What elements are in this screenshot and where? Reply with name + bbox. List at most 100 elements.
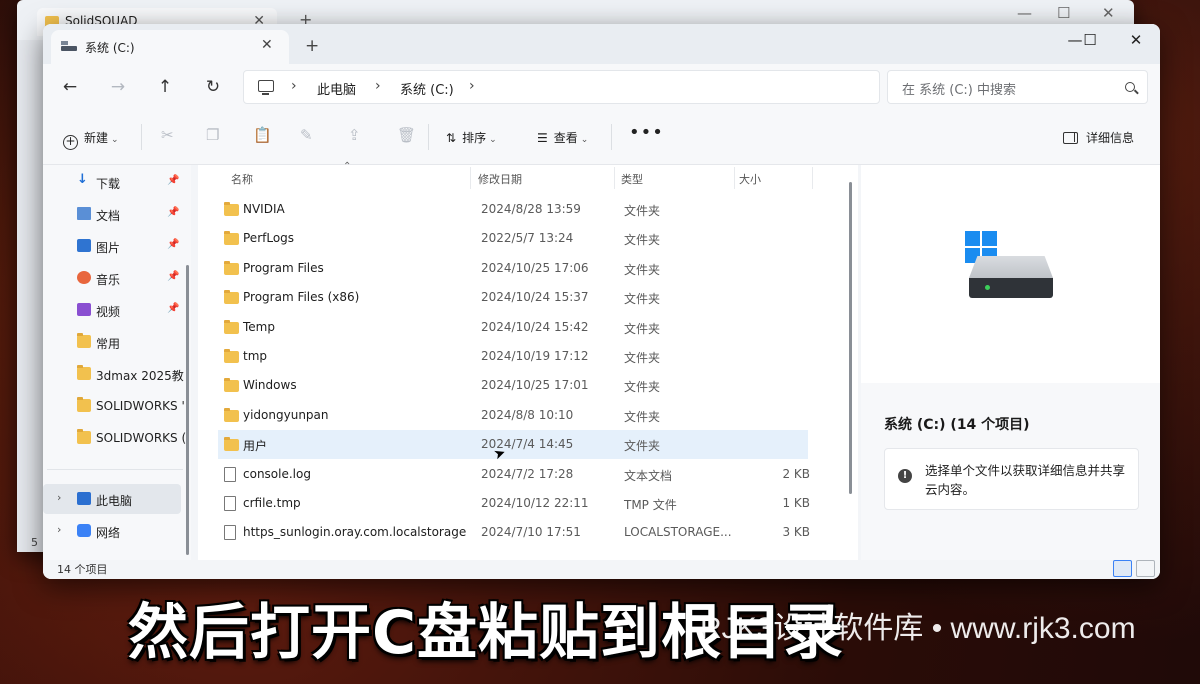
- pin-icon[interactable]: 📌: [167, 207, 179, 218]
- sidebar-item-3dmax[interactable]: 3dmax 2025教: [43, 359, 191, 389]
- forward-button[interactable]: →: [106, 77, 130, 97]
- sidebar-item-videos[interactable]: 视频 📌: [43, 295, 191, 325]
- address-bar[interactable]: › 此电脑 › 系统 (C:) ›: [243, 70, 880, 104]
- details-view-button[interactable]: [1113, 560, 1132, 577]
- divider[interactable]: [734, 167, 735, 189]
- sort-button[interactable]: ⇅ 排序 ⌄: [446, 129, 497, 146]
- share-icon[interactable]: ⇪: [348, 126, 361, 144]
- divider[interactable]: [470, 167, 471, 189]
- folder-icon: [224, 260, 239, 275]
- chevron-right-icon[interactable]: ›: [469, 78, 475, 94]
- sidebar-item-network[interactable]: › 网络: [43, 516, 191, 546]
- sidebar-item-this-pc[interactable]: › 此电脑: [43, 484, 181, 514]
- tab-system-c[interactable]: 系统 (C:) ✕: [51, 30, 289, 64]
- plus-icon: +: [63, 135, 78, 150]
- column-header-type[interactable]: 类型: [621, 171, 643, 187]
- new-tab-button[interactable]: +: [305, 36, 319, 56]
- file-list-scrollbar[interactable]: [849, 182, 852, 494]
- file-row[interactable]: Program Files (x86) 2024/10/24 15:37 文件夹: [218, 283, 808, 312]
- view-button[interactable]: ☰ 查看 ⌄: [537, 129, 588, 146]
- minimize-button[interactable]: —: [1017, 4, 1032, 22]
- file-row[interactable]: yidongyunpan 2024/8/8 10:10 文件夹: [218, 401, 808, 430]
- details-pane-button[interactable]: 详细信息: [1063, 129, 1134, 146]
- divider[interactable]: [812, 167, 813, 189]
- search-placeholder: 在 系统 (C:) 中搜索: [902, 83, 1016, 98]
- sidebar-item-solidworks-1[interactable]: SOLIDWORKS ': [43, 391, 191, 421]
- pin-icon[interactable]: 📌: [167, 303, 179, 314]
- file-row[interactable]: Program Files 2024/10/25 17:06 文件夹: [218, 254, 808, 283]
- file-name: PerfLogs: [243, 231, 295, 246]
- cut-icon[interactable]: ✂: [161, 126, 174, 144]
- chevron-right-icon[interactable]: ›: [57, 523, 61, 536]
- file-name: Program Files (x86): [243, 290, 360, 305]
- more-options-button[interactable]: •••: [629, 122, 664, 143]
- sidebar-item-pictures[interactable]: 图片 📌: [43, 231, 191, 261]
- file-date: 2024/8/8 10:10: [481, 407, 574, 422]
- file-name: https_sunlogin.oray.com.localstorage: [243, 525, 467, 540]
- rename-icon[interactable]: ✎: [300, 126, 313, 144]
- file-type: 文件夹: [624, 409, 661, 424]
- video-icon: [77, 303, 91, 316]
- file-date: 2024/10/25 17:01: [481, 378, 589, 393]
- file-row[interactable]: Windows 2024/10/25 17:01 文件夹: [218, 371, 808, 400]
- pin-icon[interactable]: 📌: [167, 175, 179, 186]
- close-button[interactable]: ✕: [1121, 31, 1151, 49]
- file-row[interactable]: NVIDIA 2024/8/28 13:59 文件夹: [218, 195, 808, 224]
- file-date: 2024/10/19 17:12: [481, 349, 589, 363]
- navigation-bar: ← → ↑ ↻ › 此电脑 › 系统 (C:) › 在 系统 (C:) 中搜索: [43, 64, 1160, 112]
- breadcrumb-system-c[interactable]: 系统 (C:): [400, 79, 454, 98]
- sidebar-item-documents[interactable]: 文档 📌: [43, 199, 191, 229]
- sidebar-scrollbar[interactable]: [186, 265, 189, 555]
- delete-icon[interactable]: 🗑: [397, 126, 416, 144]
- pin-icon[interactable]: 📌: [167, 239, 179, 250]
- sidebar-item-label: SOLIDWORKS (: [96, 431, 187, 445]
- folder-icon: [224, 349, 239, 363]
- folder-icon: [224, 202, 239, 216]
- sidebar-item-common[interactable]: 常用: [43, 327, 191, 357]
- chevron-right-icon[interactable]: ›: [57, 491, 61, 504]
- drive-icon: [61, 41, 77, 52]
- sidebar-item-downloads[interactable]: ↓ 下载 📌: [43, 167, 191, 197]
- divider: [141, 124, 142, 150]
- large-icons-view-button[interactable]: [1136, 560, 1155, 577]
- folder-icon: [224, 319, 239, 334]
- file-row[interactable]: tmp 2024/10/19 17:12 文件夹: [218, 342, 808, 371]
- file-date: 2024/10/24 15:42: [481, 319, 589, 334]
- column-header-name[interactable]: 名称: [231, 171, 253, 187]
- file-type: 文件夹: [624, 351, 661, 365]
- up-button[interactable]: ↑: [153, 77, 177, 97]
- file-row[interactable]: console.log 2024/7/2 17:28 文本文档 2 KB: [218, 460, 810, 489]
- column-header-size[interactable]: 大小: [739, 171, 761, 187]
- file-row[interactable]: crfile.tmp 2024/10/12 22:11 TMP 文件 1 KB: [218, 489, 810, 518]
- tab-close-icon[interactable]: ✕: [261, 37, 273, 53]
- new-button[interactable]: + 新建 ⌄: [63, 129, 119, 150]
- file-row[interactable]: https_sunlogin.oray.com.localstorage 2024…: [218, 518, 810, 547]
- sidebar-item-solidworks-2[interactable]: SOLIDWORKS (: [43, 423, 191, 453]
- file-row[interactable]: PerfLogs 2022/5/7 13:24 文件夹: [218, 224, 808, 253]
- divider[interactable]: [614, 167, 615, 189]
- back-button[interactable]: ←: [58, 77, 82, 97]
- close-button[interactable]: ✕: [1102, 4, 1115, 22]
- refresh-button[interactable]: ↻: [201, 77, 225, 97]
- sidebar-item-music[interactable]: 音乐 📌: [43, 263, 191, 293]
- maximize-button[interactable]: ☐: [1057, 4, 1070, 22]
- sidebar-item-label: 音乐: [96, 273, 121, 287]
- watermark: RJK3设计软件库 • www.rjk3.com: [700, 612, 1136, 645]
- copy-icon[interactable]: ❐: [206, 126, 219, 144]
- maximize-button[interactable]: ☐: [1075, 31, 1105, 49]
- file-row[interactable]: Temp 2024/10/24 15:42 文件夹: [218, 313, 808, 342]
- search-input[interactable]: 在 系统 (C:) 中搜索: [887, 70, 1148, 104]
- pin-icon[interactable]: 📌: [167, 271, 179, 282]
- column-header-date[interactable]: 修改日期: [478, 171, 522, 187]
- file-name: Program Files: [243, 260, 324, 275]
- file-row[interactable]: 用户 2024/7/4 14:45 文件夹: [218, 430, 808, 460]
- file-explorer-window[interactable]: 系统 (C:) ✕ + — ☐ ✕ ← → ↑ ↻ › 此电脑 › 系统 (C:…: [43, 24, 1160, 579]
- chevron-right-icon: ›: [291, 78, 297, 94]
- file-type: LOCALSTORAGE...: [624, 525, 732, 540]
- file-name: crfile.tmp: [243, 496, 301, 510]
- breadcrumb-this-pc[interactable]: 此电脑: [317, 79, 356, 98]
- folder-icon: [77, 429, 91, 444]
- file-size: 3 KB: [782, 525, 810, 540]
- sidebar-item-label: 此电脑: [96, 494, 133, 508]
- paste-icon[interactable]: 📋: [253, 126, 272, 144]
